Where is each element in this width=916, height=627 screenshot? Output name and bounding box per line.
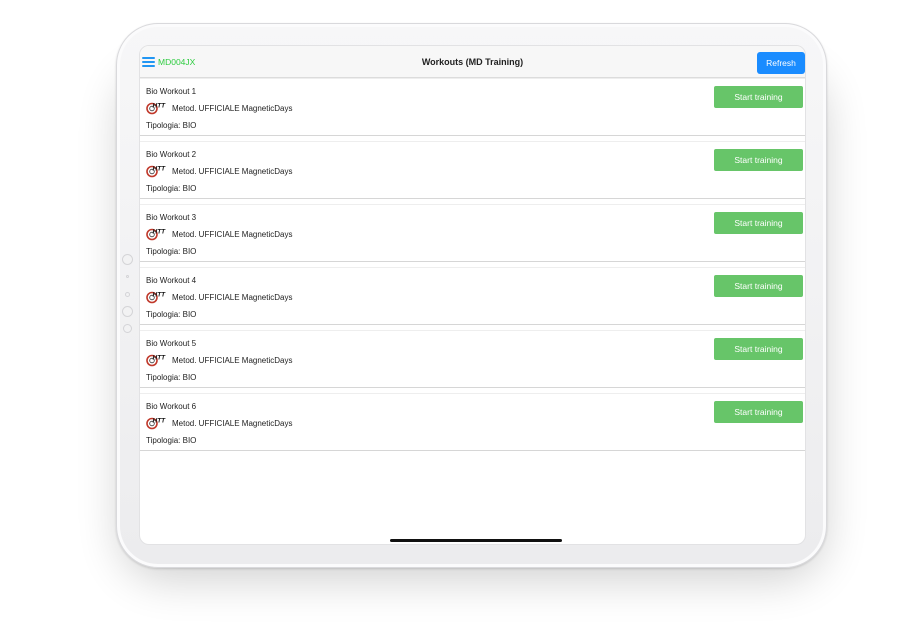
workout-card: Bio Workout 6 HTT Metod. UFFICIALE Magne… — [140, 393, 805, 451]
htt-logo-icon: HTT — [146, 229, 167, 241]
start-training-button[interactable]: Start training — [714, 86, 803, 108]
htt-logo-icon: HTT — [146, 418, 167, 430]
workout-card: Bio Workout 5 HTT Metod. UFFICIALE Magne… — [140, 330, 805, 388]
refresh-button[interactable]: Refresh — [757, 52, 805, 74]
workout-card: Bio Workout 1 HTT Metod. UFFICIALE Magne… — [140, 78, 805, 136]
workout-method: Metod. UFFICIALE MagneticDays — [172, 292, 293, 302]
workout-type: Tipologia: BIO — [146, 184, 197, 193]
workout-card: Bio Workout 3 HTT Metod. UFFICIALE Magne… — [140, 204, 805, 262]
htt-logo-icon: HTT — [146, 292, 167, 304]
workout-method: Metod. UFFICIALE MagneticDays — [172, 103, 293, 113]
workout-type: Tipologia: BIO — [146, 373, 197, 382]
workout-method-row: HTT Metod. UFFICIALE MagneticDays — [146, 164, 292, 178]
side-button — [126, 275, 129, 278]
htt-logo-icon: HTT — [146, 355, 167, 367]
workout-method-row: HTT Metod. UFFICIALE MagneticDays — [146, 101, 292, 115]
start-training-button[interactable]: Start training — [714, 212, 803, 234]
page-title: Workouts (MD Training) — [421, 57, 524, 67]
side-button — [125, 292, 130, 297]
htt-logo-icon: HTT — [146, 166, 167, 178]
svg-text:HTT: HTT — [153, 418, 167, 425]
workout-card: Bio Workout 2 HTT Metod. UFFICIALE Magne… — [140, 141, 805, 199]
workout-method: Metod. UFFICIALE MagneticDays — [172, 166, 293, 176]
workout-card: Bio Workout 4 HTT Metod. UFFICIALE Magne… — [140, 267, 805, 325]
workout-name: Bio Workout 6 — [146, 402, 197, 411]
side-button — [122, 306, 133, 317]
workout-method: Metod. UFFICIALE MagneticDays — [172, 418, 293, 428]
workout-method: Metod. UFFICIALE MagneticDays — [172, 229, 293, 239]
svg-text:HTT: HTT — [153, 292, 167, 299]
workout-name: Bio Workout 2 — [146, 150, 197, 159]
workout-method-row: HTT Metod. UFFICIALE MagneticDays — [146, 290, 292, 304]
workout-method: Metod. UFFICIALE MagneticDays — [172, 355, 293, 365]
start-training-button[interactable]: Start training — [714, 149, 803, 171]
start-training-button[interactable]: Start training — [714, 401, 803, 423]
svg-text:HTT: HTT — [153, 166, 167, 173]
workout-method-row: HTT Metod. UFFICIALE MagneticDays — [146, 353, 292, 367]
workout-name: Bio Workout 1 — [146, 87, 197, 96]
svg-text:HTT: HTT — [153, 355, 167, 362]
htt-logo-icon: HTT — [146, 103, 167, 115]
nav-bar: MD004JX Workouts (MD Training) Refresh — [140, 46, 805, 78]
workout-type: Tipologia: BIO — [146, 436, 197, 445]
device-stage: MD004JX Workouts (MD Training) Refresh B… — [0, 0, 916, 627]
svg-text:HTT: HTT — [153, 229, 167, 236]
workout-type: Tipologia: BIO — [146, 247, 197, 256]
workout-method-row: HTT Metod. UFFICIALE MagneticDays — [146, 227, 292, 241]
side-button — [123, 324, 132, 333]
workout-name: Bio Workout 5 — [146, 339, 197, 348]
workout-method-row: HTT Metod. UFFICIALE MagneticDays — [146, 416, 292, 430]
start-training-button[interactable]: Start training — [714, 338, 803, 360]
side-button — [122, 254, 133, 265]
start-training-button[interactable]: Start training — [714, 275, 803, 297]
app-screen: MD004JX Workouts (MD Training) Refresh B… — [139, 45, 806, 545]
workout-type: Tipologia: BIO — [146, 121, 197, 130]
home-indicator[interactable] — [390, 539, 562, 542]
workout-type: Tipologia: BIO — [146, 310, 197, 319]
workout-name: Bio Workout 3 — [146, 213, 197, 222]
workout-name: Bio Workout 4 — [146, 276, 197, 285]
svg-text:HTT: HTT — [153, 103, 167, 110]
workout-list: Bio Workout 1 HTT Metod. UFFICIALE Magne… — [140, 78, 805, 456]
